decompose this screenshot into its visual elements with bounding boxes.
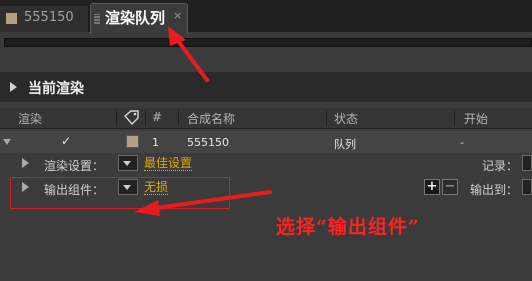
annotation-text: 选择“输出组件” [276,216,420,238]
annotation-arrow-to-output [134,190,272,216]
annotation-arrows [134,26,272,216]
annotation-arrow-to-tab [168,26,209,82]
